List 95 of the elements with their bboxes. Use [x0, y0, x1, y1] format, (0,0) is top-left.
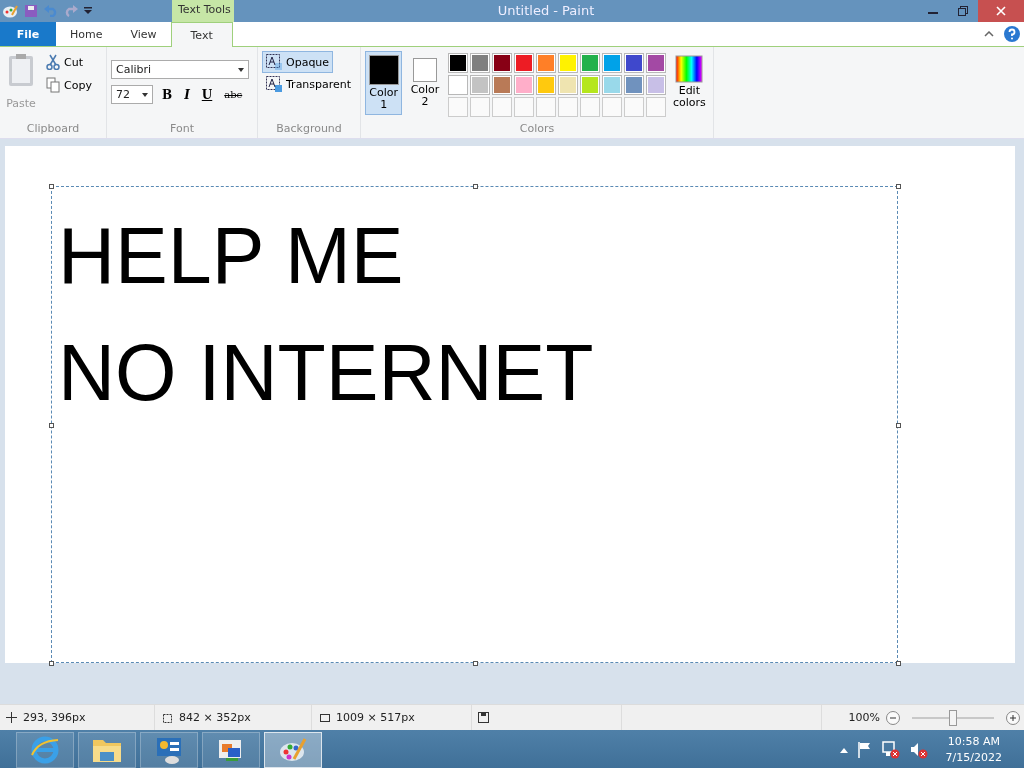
canvas-text: NO INTERNET — [58, 328, 594, 417]
taskbar-button[interactable] — [264, 732, 322, 768]
close-button[interactable] — [978, 0, 1024, 22]
zoom-in-icon[interactable] — [1006, 710, 1020, 725]
font-size-dropdown[interactable]: 72 — [111, 85, 153, 104]
palette-swatch[interactable] — [513, 75, 534, 95]
cursor-position: 293, 396px — [23, 711, 86, 724]
resize-handle[interactable] — [49, 184, 54, 189]
browser-icon — [30, 735, 60, 765]
ribbon-tab[interactable]: View — [116, 22, 171, 46]
scissors-icon — [46, 54, 60, 70]
restore-icon — [958, 6, 968, 16]
palette-swatch[interactable] — [447, 75, 468, 95]
customize-icon[interactable] — [84, 7, 92, 15]
opaque-icon — [266, 54, 282, 70]
group-label: Colors — [518, 122, 556, 137]
group-label: Clipboard — [25, 122, 81, 137]
transparent-icon — [266, 76, 282, 92]
resize-handle[interactable] — [49, 661, 54, 666]
muted-speaker-icon[interactable] — [909, 741, 928, 759]
palette-swatch[interactable] — [469, 53, 490, 73]
selection-size-icon — [161, 711, 173, 724]
resize-handle[interactable] — [472, 661, 478, 666]
selection-size: 842 × 352px — [179, 711, 251, 724]
resize-handle[interactable] — [896, 661, 901, 666]
strikethrough-button[interactable]: abc — [221, 89, 246, 100]
control-panel-icon — [154, 735, 184, 765]
palette-swatch[interactable] — [623, 53, 644, 73]
canvas[interactable]: HELP ME NO INTERNET — [5, 146, 1015, 663]
zoom-level: 100% — [848, 711, 880, 724]
palette-swatch[interactable] — [535, 53, 556, 73]
background-option[interactable]: Opaque — [262, 51, 334, 73]
edit-colors-button[interactable]: Edit colors — [669, 51, 709, 115]
palette-swatch[interactable] — [535, 75, 556, 95]
palette-swatch[interactable] — [447, 53, 468, 73]
resize-handle[interactable] — [472, 184, 478, 189]
text-box[interactable]: HELP ME NO INTERNET — [51, 186, 898, 663]
color-spectrum-icon — [675, 55, 704, 83]
taskbar-button[interactable] — [78, 732, 136, 768]
clock-time: 10:58 AM — [947, 734, 1000, 750]
zoom-slider-thumb[interactable] — [949, 709, 957, 726]
palette-swatch[interactable] — [469, 75, 490, 95]
font-family-dropdown[interactable]: Calibri — [111, 60, 249, 79]
canvas-text: HELP ME — [58, 211, 404, 300]
group-label: Background — [275, 122, 343, 137]
app-icon[interactable] — [2, 4, 18, 18]
close-icon — [996, 6, 1006, 16]
zoom-out-icon[interactable] — [886, 710, 900, 725]
palette-swatch[interactable] — [579, 53, 600, 73]
taskbar-button[interactable] — [202, 732, 260, 768]
palette-swatch[interactable] — [623, 75, 644, 95]
palette-swatch[interactable] — [579, 75, 600, 95]
copy-icon — [46, 77, 60, 93]
resize-handle[interactable] — [49, 422, 54, 428]
taskbar-button[interactable] — [140, 732, 198, 768]
italic-button[interactable]: I — [181, 87, 193, 102]
palette-swatch[interactable] — [557, 53, 578, 73]
palette-swatch[interactable] — [601, 75, 622, 95]
copy-button[interactable]: Copy — [42, 74, 96, 96]
dropdown-arrow-icon — [142, 92, 148, 97]
palette-swatch[interactable] — [645, 75, 666, 95]
underline-button[interactable]: U — [198, 87, 216, 102]
ribbon-tab[interactable]: Text — [170, 22, 233, 47]
window-title: Untitled - Paint — [496, 2, 596, 20]
background-option[interactable]: Transparent — [262, 73, 356, 95]
palette-swatch[interactable] — [645, 53, 666, 73]
file-size-icon — [478, 712, 489, 723]
contextual-tab-label: Text Tools — [172, 0, 234, 22]
image-size-icon — [318, 711, 330, 724]
image-size: 1009 × 517px — [336, 711, 415, 724]
collapse-ribbon-icon[interactable] — [984, 31, 994, 37]
resize-handle[interactable] — [896, 422, 901, 428]
help-icon[interactable] — [1004, 26, 1020, 42]
clipboard-icon — [6, 53, 36, 87]
palette-swatch[interactable] — [601, 53, 622, 73]
color-slot-button[interactable]: Color 2 — [406, 51, 444, 115]
cursor-position-icon — [6, 712, 17, 723]
ribbon-tab[interactable]: Home — [56, 22, 117, 46]
show-hidden-icons-icon[interactable] — [839, 747, 848, 753]
palette-swatch[interactable] — [491, 75, 512, 95]
bold-button[interactable]: B — [159, 87, 176, 102]
dropdown-arrow-icon — [238, 67, 244, 72]
resize-handle[interactable] — [896, 184, 901, 189]
taskbar-button[interactable] — [16, 732, 74, 768]
palette-swatch[interactable] — [491, 53, 512, 73]
network-error-icon[interactable] — [881, 741, 900, 759]
color-slot-button[interactable]: Color 1 — [365, 51, 403, 115]
palette-swatch[interactable] — [557, 75, 578, 95]
palette-swatch[interactable] — [513, 53, 534, 73]
flag-icon[interactable] — [857, 742, 872, 758]
cut-button[interactable]: Cut — [42, 51, 96, 73]
file-menu-tab[interactable]: File — [0, 22, 56, 46]
save-icon[interactable] — [24, 4, 38, 18]
clock-date: 7/15/2022 — [945, 750, 1002, 766]
group-label: Font — [169, 122, 195, 137]
